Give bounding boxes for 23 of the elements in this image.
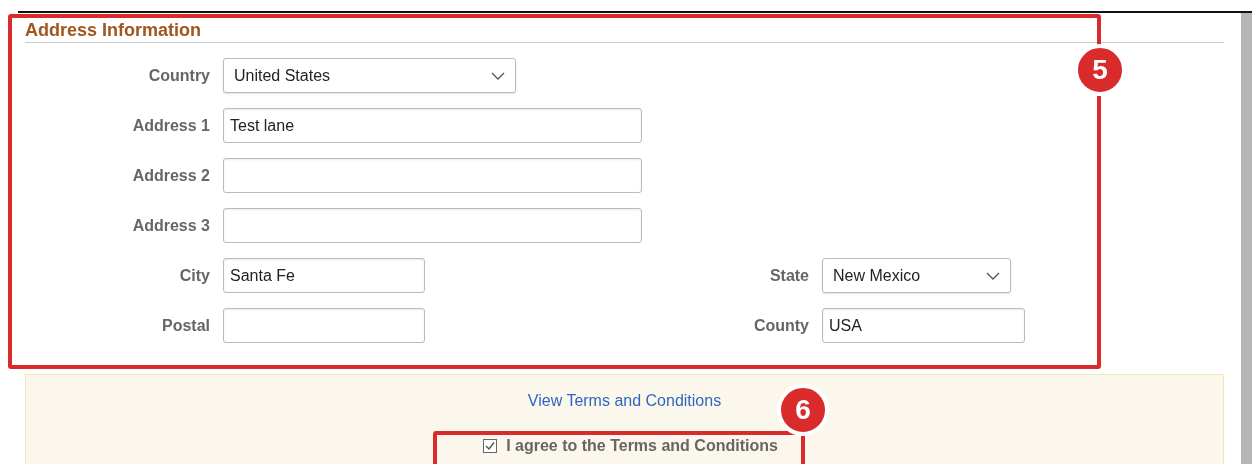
input-field[interactable]: USA [822,308,1025,343]
dropdown-field[interactable]: New Mexico [822,258,1011,293]
field-label: Postal [161,316,210,335]
scrollbar[interactable] [1241,13,1252,464]
input-field[interactable]: Test lane [223,108,642,143]
field-label: Address 1 [131,116,210,135]
field-label: Address 3 [131,216,210,235]
input-field[interactable] [223,158,642,193]
field-label: City [178,266,210,285]
chevron-down-icon [491,71,505,80]
field-label: State [768,266,809,285]
section-title: Address Information [25,19,203,41]
field-label: Country [147,66,210,85]
dropdown-field[interactable]: United States [223,58,516,93]
chevron-down-icon [986,271,1000,280]
terms-link[interactable]: View Terms and Conditions [527,392,722,410]
input-field[interactable] [223,208,642,243]
checkbox-label: I agree to the Terms and Conditions [506,437,778,455]
field-label: Address 2 [131,166,210,185]
checkbox[interactable] [483,439,498,453]
field-label: County [752,316,809,335]
input-field[interactable] [223,308,425,343]
input-field[interactable]: Santa Fe [223,258,425,293]
